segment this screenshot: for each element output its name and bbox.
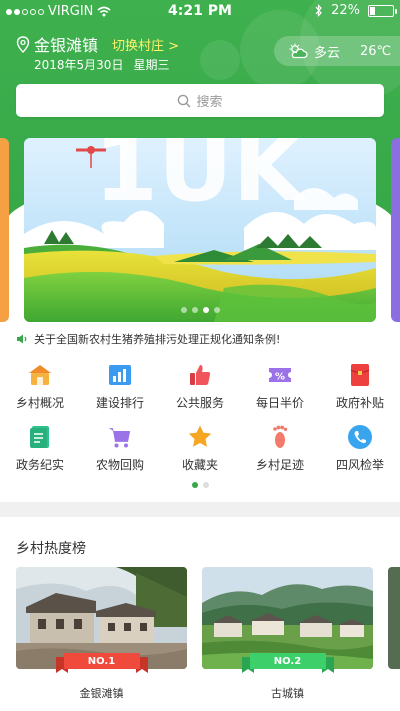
shortcut-government-records[interactable]: 政务纪实 bbox=[0, 424, 80, 486]
cloud-sun-icon bbox=[289, 43, 308, 59]
shortcut-daily-half-price[interactable]: % 每日半价 bbox=[240, 362, 320, 424]
hot-villages-section: 乡村热度榜 NO.1 金银滩镇 NO.2 古城镇 bbox=[0, 517, 400, 711]
phone-icon bbox=[348, 425, 372, 449]
svg-text:%: % bbox=[275, 372, 285, 383]
current-date: 2018年5月30日 星期三 bbox=[34, 56, 169, 73]
section-title: 乡村热度榜 bbox=[16, 541, 86, 557]
shortcut-label: 乡村足迹 bbox=[255, 458, 304, 472]
shortcut-label: 农物回购 bbox=[95, 458, 144, 472]
star-icon bbox=[188, 425, 212, 447]
cart-icon bbox=[109, 428, 130, 448]
shortcut-village-overview[interactable]: 乡村概况 bbox=[0, 362, 80, 424]
shortcut-pagination bbox=[0, 482, 400, 488]
shortcut-public-service[interactable]: 公共服务 bbox=[160, 362, 240, 424]
rank-label: NO.2 bbox=[273, 655, 302, 667]
search-placeholder: 搜索 bbox=[196, 95, 223, 110]
percent-ticket-icon: % bbox=[269, 368, 291, 383]
banner-carousel[interactable]: 1UK bbox=[24, 138, 376, 322]
banner-pagination bbox=[24, 307, 376, 313]
rank-label: NO.1 bbox=[87, 655, 116, 667]
bar-chart-icon bbox=[109, 365, 131, 385]
shortcut-village-footprint[interactable]: 乡村足迹 bbox=[240, 424, 320, 486]
shortcut-page-dot[interactable] bbox=[202, 482, 209, 488]
shortcut-construction-ranking[interactable]: 建设排行 bbox=[80, 362, 160, 424]
shortcut-label: 每日半价 bbox=[255, 396, 304, 410]
weekday-text: 星期三 bbox=[133, 58, 170, 72]
village-card-3-peek[interactable] bbox=[388, 567, 400, 669]
switch-village-link[interactable]: 切换村庄 > bbox=[112, 35, 179, 54]
banner-prev-peek[interactable] bbox=[0, 138, 9, 322]
banner-image: 1UK bbox=[24, 138, 376, 322]
shortcut-label: 政府补贴 bbox=[335, 396, 384, 410]
village-name: 金银滩镇 bbox=[79, 687, 124, 700]
weather-temperature: 26℃ bbox=[360, 43, 392, 59]
shortcut-favorites[interactable]: 收藏夹 bbox=[160, 424, 240, 486]
battery-percent: 22% bbox=[331, 3, 360, 18]
date-text: 2018年5月30日 bbox=[34, 58, 124, 72]
notice-text: 关于全国新农村生猪养殖排污处理正规化通知条例! bbox=[34, 333, 281, 346]
notice-bar[interactable]: 关于全国新农村生猪养殖排污处理正规化通知条例! bbox=[16, 331, 386, 347]
village-card-2[interactable]: NO.2 古城镇 bbox=[202, 567, 373, 701]
shortcut-government-subsidy[interactable]: 政府补贴 bbox=[320, 362, 400, 424]
bluetooth-icon bbox=[315, 4, 322, 17]
speaker-icon bbox=[17, 334, 27, 344]
shortcut-label: 政务纪实 bbox=[15, 458, 64, 472]
shortcut-page-dot[interactable] bbox=[191, 482, 198, 488]
banner-dot[interactable] bbox=[213, 307, 220, 313]
shortcut-grid: 乡村概况 建设排行 公共服务 % 每日半价 政府补贴 政务纪实 农物回购 收藏夹… bbox=[0, 362, 400, 486]
search-icon bbox=[178, 94, 192, 108]
search-bar[interactable]: 搜索 bbox=[16, 84, 384, 117]
thumbs-up-icon bbox=[190, 365, 211, 385]
house-icon bbox=[29, 365, 51, 385]
banner-dot[interactable] bbox=[191, 307, 198, 313]
battery-icon bbox=[368, 4, 397, 17]
banner-next-peek[interactable] bbox=[391, 138, 400, 322]
shortcut-label: 乡村概况 bbox=[15, 396, 64, 410]
weather-condition: 多云 bbox=[314, 45, 341, 61]
location-pin-icon bbox=[16, 35, 30, 53]
svg-text:1UK: 1UK bbox=[94, 138, 308, 222]
location-selector[interactable]: 金银滩镇 切换村庄 > bbox=[16, 32, 179, 56]
shortcut-label: 收藏夹 bbox=[181, 458, 218, 472]
red-envelope-icon bbox=[350, 364, 370, 386]
shortcut-produce-buyback[interactable]: 农物回购 bbox=[80, 424, 160, 486]
location-name: 金银滩镇 bbox=[34, 36, 99, 55]
shortcut-report-four-styles[interactable]: 四风检举 bbox=[320, 424, 400, 486]
shortcut-label: 四风检举 bbox=[335, 458, 384, 472]
village-name: 古城镇 bbox=[271, 687, 304, 700]
document-icon bbox=[30, 426, 49, 448]
banner-dot[interactable] bbox=[180, 307, 187, 313]
shortcut-label: 建设排行 bbox=[95, 396, 144, 410]
village-card-1[interactable]: NO.1 金银滩镇 bbox=[16, 567, 187, 701]
status-bar: VIRGIN 4:21 PM 22% bbox=[0, 0, 400, 22]
shortcut-label: 公共服务 bbox=[175, 396, 224, 410]
weather-widget[interactable]: 多云 26℃ bbox=[274, 36, 400, 66]
banner-dot[interactable] bbox=[202, 307, 209, 313]
footprint-icon bbox=[273, 425, 288, 448]
